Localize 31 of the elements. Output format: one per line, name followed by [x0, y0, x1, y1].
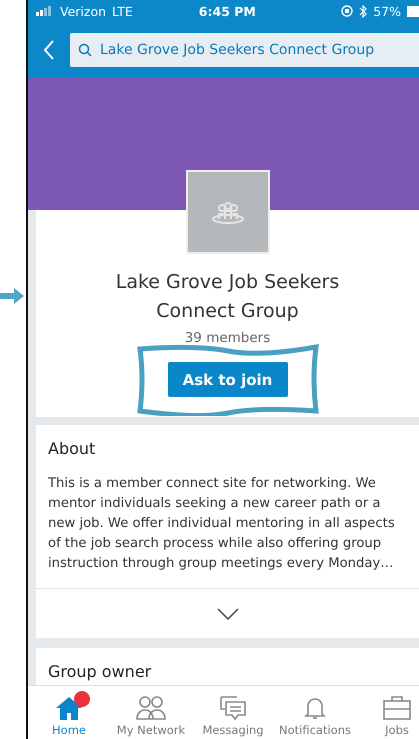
tab-item[interactable]: My Network: [110, 686, 192, 739]
group-name: Lake Grove Job Seekers Connect Group: [114, 270, 340, 324]
search-icon: [78, 43, 92, 57]
arrow-icon: [0, 288, 24, 304]
member-count: 39 members: [184, 330, 270, 346]
bluetooth-icon: [359, 4, 368, 18]
people-icon: [135, 695, 167, 721]
network-label: LTE: [112, 4, 133, 18]
search-field[interactable]: Lake Grove Job Seekers Connect Group: [70, 33, 419, 67]
lock-rotation-icon: [341, 5, 354, 17]
home-icon: [55, 695, 83, 721]
tab-item[interactable]: Messaging: [192, 686, 274, 739]
owner-heading: Group owner: [47, 661, 152, 681]
status-time: 6:45 PM: [198, 4, 256, 18]
about-heading: About: [47, 438, 96, 458]
search-value: Lake Grove Job Seekers Connect Group: [100, 42, 374, 58]
bell-icon: [302, 695, 328, 721]
tab-item[interactable]: Jobs: [356, 686, 419, 739]
carrier-label: Verizon: [60, 4, 106, 18]
group-icon: [210, 199, 244, 225]
ask-to-join-button[interactable]: Ask to join: [168, 362, 288, 397]
briefcase-icon: [382, 695, 412, 721]
battery-icon: [407, 6, 419, 16]
tab-item[interactable]: Notifications: [274, 686, 356, 739]
chevron-icon: [216, 608, 238, 620]
chat-icon: [219, 695, 247, 721]
back-icon[interactable]: [44, 40, 54, 60]
tab-item[interactable]: Home: [28, 686, 110, 739]
signal-icon: [36, 6, 54, 16]
battery-percent: 57%: [373, 4, 401, 18]
about-text: This is a member connect site for networking. We mentor individuals seeking a new career path or a new job. We offer individual mentoring in all aspects of the job search process while also offering group instruction through group meetings every Monday…: [47, 475, 396, 573]
